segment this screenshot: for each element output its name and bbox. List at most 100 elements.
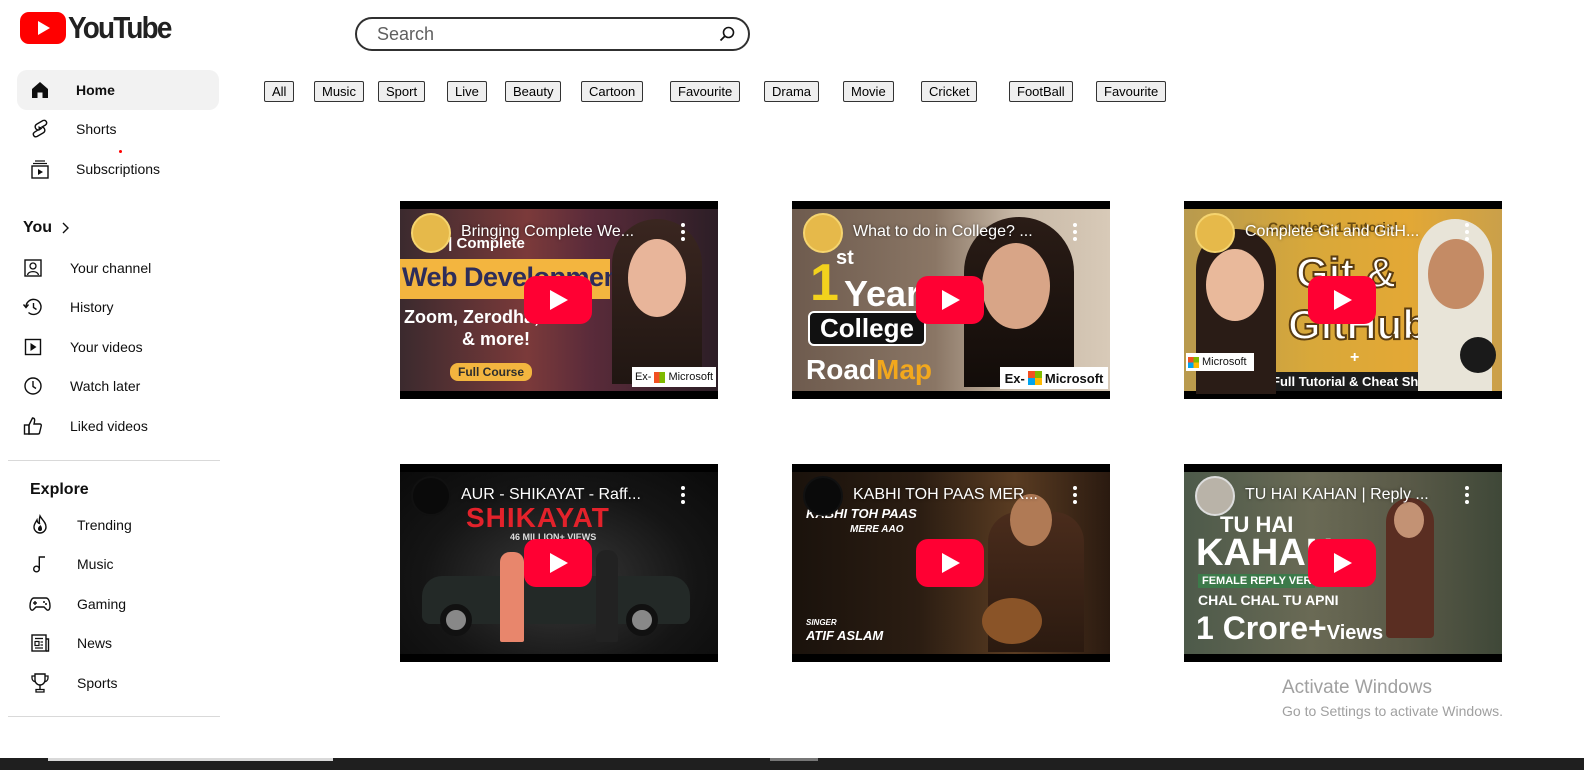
sidebar-item-label: Your channel xyxy=(70,259,152,276)
video-embed[interactable]: TU HAI KAHAN FEMALE REPLY VER CHAL CHAL … xyxy=(1184,464,1502,662)
video-embed[interactable]: 1 st Year College RoadMap Ex- Microsoft … xyxy=(792,201,1110,399)
taskbar-indicator xyxy=(48,758,333,761)
notification-dot xyxy=(119,150,122,153)
sidebar-item-label: News xyxy=(77,635,113,652)
channel-avatar[interactable] xyxy=(803,476,843,516)
thumbnail-text: College xyxy=(808,311,926,346)
chip-live[interactable]: Live xyxy=(447,81,487,102)
chip-music[interactable]: Music xyxy=(314,81,364,102)
sidebar-item-label: Music xyxy=(77,556,114,573)
search-icon[interactable] xyxy=(718,25,736,43)
more-options-icon[interactable] xyxy=(1072,486,1078,504)
chip-favourite[interactable]: Favourite xyxy=(670,81,741,102)
thumbnail-text: st xyxy=(836,247,854,269)
channel-avatar[interactable] xyxy=(411,213,451,253)
sidebar-item-home[interactable]: Home xyxy=(17,70,219,110)
video-embed[interactable]: KABHI TOH PAAS MERE AAO SINGER ATIF ASLA… xyxy=(792,464,1110,662)
channel-avatar[interactable] xyxy=(1195,213,1235,253)
trophy-icon xyxy=(29,672,51,694)
channel-avatar[interactable] xyxy=(1195,476,1235,516)
thumbnail-text: Views xyxy=(1326,622,1384,644)
gaming-icon xyxy=(29,593,51,615)
thumbnail-text: FEMALE REPLY VER xyxy=(1198,574,1316,588)
explore-section-header: Explore xyxy=(30,481,89,498)
thumbnail-text: + xyxy=(1350,349,1360,366)
sidebar-item-label: Home xyxy=(76,81,115,98)
liked-icon xyxy=(22,415,44,437)
logo-text: YouTube xyxy=(68,10,172,45)
chip-football[interactable]: FootBall xyxy=(1009,81,1073,102)
play-button-icon[interactable] xyxy=(524,276,592,324)
channel-avatar[interactable] xyxy=(803,213,843,253)
you-section-header[interactable]: You xyxy=(23,219,70,237)
sidebar-item-sports[interactable]: Sports xyxy=(17,663,219,703)
youtube-logo[interactable]: YouTube xyxy=(20,10,182,46)
video-title[interactable]: KABHI TOH PAAS MER... xyxy=(853,486,1038,504)
sidebar-item-watch-later[interactable]: Watch later xyxy=(17,367,219,407)
sidebar-item-label: Watch later xyxy=(70,378,141,395)
channel-avatar[interactable] xyxy=(411,476,451,516)
thumbnail-text: 1 Crore+ xyxy=(1196,610,1327,646)
video-title[interactable]: AUR - SHIKAYAT - Raff... xyxy=(461,486,641,504)
channel-icon xyxy=(22,257,44,279)
more-options-icon[interactable] xyxy=(1464,223,1470,241)
youtube-play-icon xyxy=(20,12,66,44)
more-options-icon[interactable] xyxy=(1072,223,1078,241)
you-label: You xyxy=(23,219,53,236)
sidebar-item-label: Your videos xyxy=(70,338,143,355)
sidebar-item-label: Shorts xyxy=(76,121,117,138)
play-button-icon[interactable] xyxy=(1308,539,1376,587)
watch-later-icon xyxy=(22,375,44,397)
sidebar-item-your-channel[interactable]: Your channel xyxy=(17,248,219,288)
sidebar-item-liked-videos[interactable]: Liked videos xyxy=(17,406,219,446)
video-embed[interactable]: SHIKAYAT 46 MILLION+ VIEWS AUR - SHIKAYA… xyxy=(400,464,718,662)
chip-beauty[interactable]: Beauty xyxy=(505,81,562,102)
search-bar[interactable] xyxy=(355,17,750,51)
music-icon xyxy=(29,553,51,575)
video-title[interactable]: What to do in College? ... xyxy=(853,223,1033,241)
sidebar-item-history[interactable]: History xyxy=(17,288,219,328)
video-embed[interactable]: Complete 1 Tutorial Git & GitHub + Full … xyxy=(1184,201,1502,399)
chip-movie[interactable]: Movie xyxy=(843,81,894,102)
sidebar-item-gaming[interactable]: Gaming xyxy=(17,584,219,624)
sidebar-item-label: History xyxy=(70,299,114,316)
chip-cartoon[interactable]: Cartoon xyxy=(581,81,644,102)
chip-drama[interactable]: Drama xyxy=(764,81,820,102)
chip-cricket[interactable]: Cricket xyxy=(921,81,978,102)
chip-all[interactable]: All xyxy=(264,81,295,102)
play-button-icon[interactable] xyxy=(916,539,984,587)
sidebar-item-subscriptions[interactable]: Subscriptions xyxy=(17,149,219,189)
video-title[interactable]: Bringing Complete We... xyxy=(461,223,634,241)
sidebar-item-shorts[interactable]: Shorts xyxy=(17,110,219,150)
sidebar-divider xyxy=(8,716,220,717)
more-options-icon[interactable] xyxy=(680,223,686,241)
trending-icon xyxy=(29,513,51,536)
play-button-icon[interactable] xyxy=(524,539,592,587)
play-button-icon[interactable] xyxy=(1308,276,1376,324)
sidebar-divider xyxy=(8,460,220,461)
sidebar-item-news[interactable]: News xyxy=(17,624,219,664)
sidebar-item-trending[interactable]: Trending xyxy=(17,505,219,545)
chip-sport[interactable]: Sport xyxy=(378,81,426,102)
chevron-right-icon xyxy=(60,221,70,235)
thumbnail-text: Full Course xyxy=(450,363,533,381)
sidebar-item-label: Trending xyxy=(77,516,132,533)
sidebar-item-music[interactable]: Music xyxy=(17,545,219,585)
history-icon xyxy=(22,296,44,318)
more-options-icon[interactable] xyxy=(680,486,686,504)
thumbnail-text: Year xyxy=(844,273,921,314)
video-title[interactable]: Complete Git and GitH... xyxy=(1245,223,1419,241)
play-button-icon[interactable] xyxy=(916,276,984,324)
thumbnail-text: Full Tutorial & Cheat Sheet xyxy=(1266,372,1444,391)
thumbnail-text: & more! xyxy=(462,329,531,349)
sidebar-item-label: Liked videos xyxy=(70,417,148,434)
sidebar-item-your-videos[interactable]: Your videos xyxy=(17,327,219,367)
windows-activation-watermark: Activate Windows Go to Settings to activ… xyxy=(1282,677,1503,719)
video-title[interactable]: TU HAI KAHAN | Reply ... xyxy=(1245,486,1429,504)
chip-favourite-2[interactable]: Favourite xyxy=(1096,81,1167,102)
github-octocat-icon xyxy=(1460,337,1496,373)
more-options-icon[interactable] xyxy=(1464,486,1470,504)
video-embed[interactable]: ew | Complete Web Development Zoom, Zero… xyxy=(400,201,718,399)
search-input[interactable] xyxy=(377,23,718,45)
thumbnail-text: Ex- xyxy=(634,371,652,383)
